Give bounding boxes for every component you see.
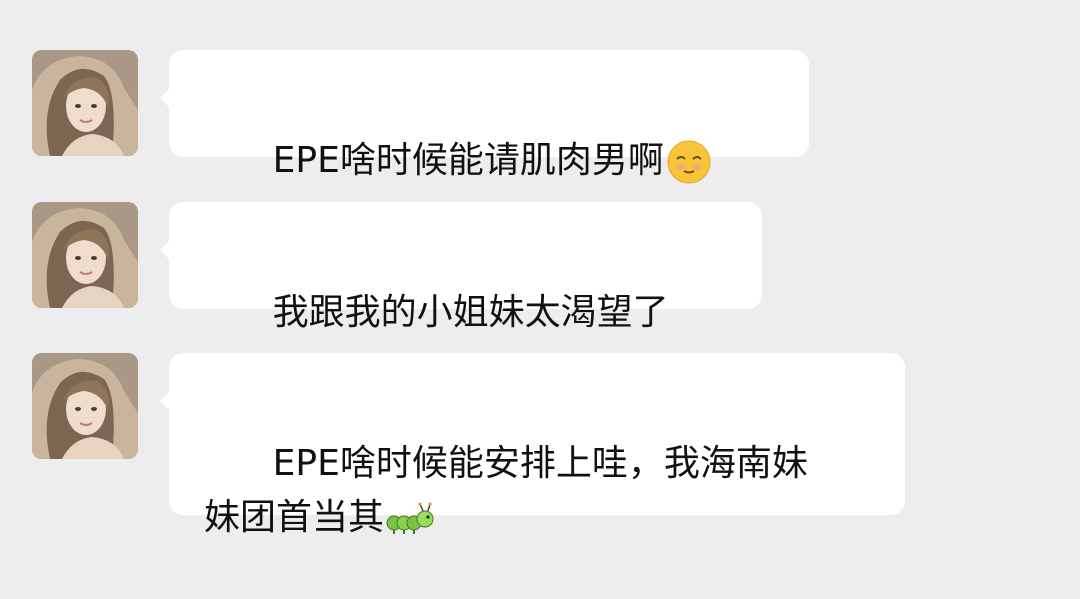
pleading-face-emoji bbox=[666, 139, 712, 185]
message-text: EPE啥时候能安排上哇，我海南妹 妹团首当其 bbox=[204, 443, 808, 538]
message-bubble[interactable]: EPE啥时候能请肌肉男啊 bbox=[160, 50, 809, 184]
sender-avatar[interactable] bbox=[32, 202, 138, 308]
message-bubble[interactable]: 我跟我的小姐妹太渴望了 bbox=[160, 202, 762, 333]
sender-avatar[interactable] bbox=[32, 353, 138, 459]
caterpillar-emoji bbox=[386, 501, 434, 537]
message-text: EPE啥时候能请肌肉男啊 bbox=[272, 140, 664, 181]
sender-avatar[interactable] bbox=[32, 50, 138, 156]
message-text: 我跟我的小姐妹太渴望了 bbox=[272, 292, 669, 333]
message-bubble[interactable]: EPE啥时候能安排上哇，我海南妹 妹团首当其 bbox=[160, 353, 905, 538]
